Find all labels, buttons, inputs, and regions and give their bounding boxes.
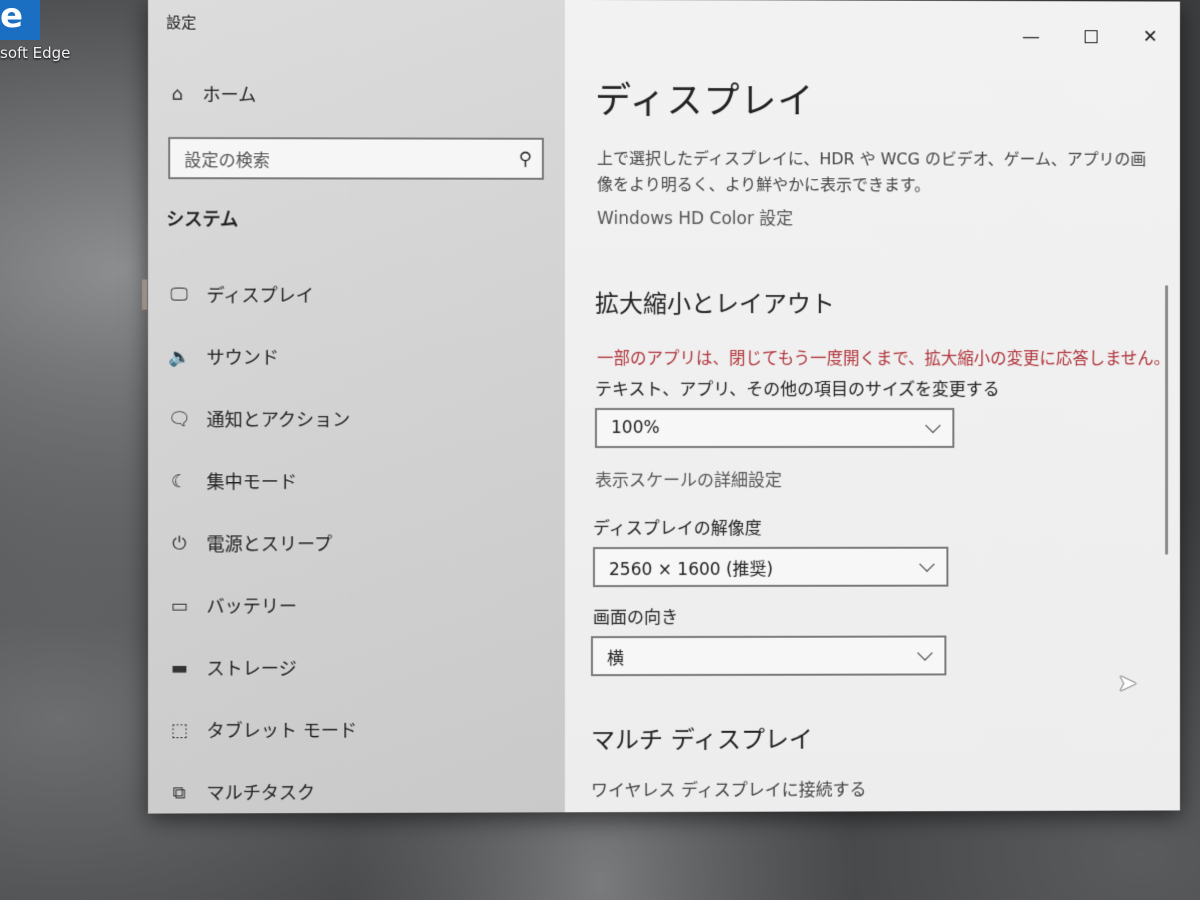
orientation-label: 画面の向き [592,607,678,629]
sidebar-item-label: ディスプレイ [206,285,314,307]
window-title: 設定 [166,13,197,32]
resolution-value: 2560 × 1600 (推奨) [608,559,774,580]
sidebar-item-label: 電源とスリープ [206,534,333,556]
tablet-icon: ⬚ [170,719,188,741]
minimize-icon: — [1022,25,1040,47]
search-placeholder: 設定の検索 [184,150,270,171]
scale-value: 100% [610,418,660,439]
sidebar-item-label: サウンド [206,347,279,369]
edge-desktop-label[interactable]: soft Edge [0,44,70,62]
chevron-down-icon [919,555,935,572]
notification-icon: 🗨 [168,408,192,430]
sidebar-home[interactable]: ⌂ ホーム [166,81,256,107]
size-label: テキスト、アプリ、その他の項目のサイズを変更する [594,379,1000,401]
wireless-display-link[interactable]: ワイヤレス ディスプレイに接続する [591,775,866,801]
sidebar-item-label: ストレージ [206,658,297,680]
edge-icon: e [0,0,24,36]
multitask-icon: ⧉ [172,781,186,803]
home-icon: ⌂ [171,83,184,105]
caption-buttons: — ✕ [1001,19,1180,53]
orientation-dropdown[interactable]: 横 [590,635,947,677]
resolution-dropdown[interactable]: 2560 × 1600 (推奨) [592,546,949,588]
sidebar-item-storage[interactable]: ▬ ストレージ [148,636,565,699]
sidebar-section-title: システム [166,209,239,231]
sidebar-item-label: マルチタスク [206,782,316,805]
sidebar-item-battery[interactable]: ▭ バッテリー [148,574,565,637]
sidebar-item-power[interactable]: ⏻ 電源とスリープ [148,512,565,575]
scale-layout-heading: 拡大縮小とレイアウト [594,289,835,319]
resolution-label: ディスプレイの解像度 [592,518,762,540]
storage-icon: ▬ [170,657,188,679]
battery-icon: ▭ [170,595,188,617]
minimize-button[interactable]: — [1001,19,1061,53]
close-icon: ✕ [1142,25,1158,47]
sidebar-item-notifications[interactable]: 🗨 通知とアクション [148,388,565,450]
sidebar-item-label: 通知とアクション [206,410,351,432]
scale-warning: 一部のアプリは、閉じてもう一度開くまで、拡大縮小の変更に応答しません。 [596,348,1171,369]
sidebar-item-label: 集中モード [206,472,298,494]
sidebar-item-display[interactable]: 🖵 ディスプレイ [148,263,565,325]
speaker-icon: 🔈 [168,346,191,368]
edge-desktop-icon[interactable]: e [0,0,40,40]
sidebar: 設定 ⌂ ホーム 設定の検索 ⚲ システム 🖵 ディスプレイ 🔈 サウンド 🗨 … [148,0,565,814]
monitor-icon: 🖵 [170,284,188,306]
moon-icon: ☾ [171,470,188,492]
sidebar-nav: 🖵 ディスプレイ 🔈 サウンド 🗨 通知とアクション ☾ 集中モード ⏻ 電源と… [148,263,565,823]
orientation-value: 横 [606,648,624,669]
sidebar-item-focus[interactable]: ☾ 集中モード [148,450,565,512]
sidebar-item-label: バッテリー [206,596,298,618]
sidebar-item-tablet[interactable]: ⬚ タブレット モード [148,698,565,761]
sidebar-item-label: タブレット モード [206,720,358,743]
advanced-scaling-link[interactable]: 表示スケールの詳細設定 [595,466,782,491]
close-button[interactable]: ✕ [1120,19,1180,53]
search-icon[interactable]: ⚲ [519,148,532,169]
home-label: ホーム [202,84,257,107]
mouse-cursor-icon: ➤ [1117,669,1138,698]
chevron-down-icon [917,644,933,661]
multi-display-heading: マルチ ディスプレイ [590,725,813,755]
chevron-down-icon [925,417,941,433]
scrollbar[interactable] [1165,285,1169,555]
sidebar-item-sound[interactable]: 🔈 サウンド [148,326,565,388]
settings-window: 設定 ⌂ ホーム 設定の検索 ⚲ システム 🖵 ディスプレイ 🔈 サウンド 🗨 … [148,0,1180,814]
power-icon: ⏻ [172,532,187,555]
search-input[interactable]: 設定の検索 ⚲ [168,137,544,180]
maximize-icon [1084,29,1098,43]
maximize-button[interactable] [1061,19,1121,53]
hdr-description: 上で選択したディスプレイに、HDR や WCG のビデオ、ゲーム、アプリの画像を… [596,148,1147,195]
scale-dropdown[interactable]: 100% [594,407,955,449]
main-pane: — ✕ ディスプレイ 上で選択したディスプレイに、HDR や WCG のビデオ、… [564,0,1180,813]
hdr-color-settings-link[interactable]: Windows HD Color 設定 [597,204,793,229]
page-title: ディスプレイ [594,80,815,123]
sidebar-item-multitask[interactable]: ⧉ マルチタスク [148,760,565,823]
